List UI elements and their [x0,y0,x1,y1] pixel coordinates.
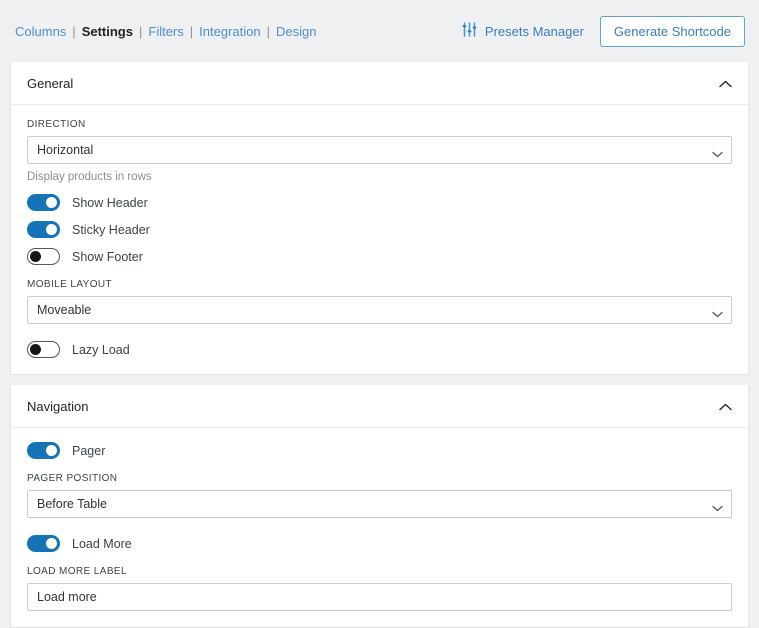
show-footer-toggle-row[interactable]: Show Footer [27,248,732,265]
general-panel-body: DIRECTION Horizontal Display products in… [11,105,748,374]
tab-separator: | [189,23,194,39]
toggle-knob [30,251,41,262]
general-panel-header[interactable]: General [11,62,748,105]
toolbar-actions: Presets Manager Generate Shortcode [460,15,745,47]
mobile-layout-select[interactable]: Moveable [27,296,732,324]
load-more-label-input[interactable] [27,583,732,611]
direction-select[interactable]: Horizontal [27,136,732,164]
general-panel: General DIRECTION Horizontal Display pro… [10,62,749,375]
navigation-panel-title: Navigation [27,399,89,414]
pager-toggle-row[interactable]: Pager [27,442,732,459]
show-header-label: Show Header [72,195,148,210]
load-more-label-field-label: LOAD MORE LABEL [27,566,127,577]
toggle-knob [46,445,57,456]
lazy-load-label: Lazy Load [72,342,130,357]
navigation-panel: Navigation Pager PAGER POSITION Before T… [10,385,749,628]
show-footer-label: Show Footer [72,249,143,264]
show-header-toggle-row[interactable]: Show Header [27,194,732,211]
load-more-label: Load More [72,536,132,551]
toggle-knob [46,538,57,549]
show-header-toggle[interactable] [27,194,60,211]
tab-separator: | [138,23,143,39]
show-footer-toggle[interactable] [27,248,60,265]
chevron-up-icon[interactable] [719,76,732,91]
direction-select-wrap: Horizontal [27,136,732,164]
direction-label: DIRECTION [27,119,86,130]
mobile-layout-select-wrap: Moveable [27,296,732,324]
tab-separator: | [72,23,76,39]
pager-toggle[interactable] [27,442,60,459]
mobile-layout-label: MOBILE LAYOUT [27,279,113,290]
sticky-header-toggle-row[interactable]: Sticky Header [27,221,732,238]
tab-settings[interactable]: Settings [81,24,134,39]
direction-help-text: Display products in rows [27,171,152,183]
top-toolbar: Columns | Settings | Filters | Integrati… [0,0,759,62]
pager-position-label: PAGER POSITION [27,473,118,484]
toggle-knob [46,224,57,235]
generate-shortcode-button[interactable]: Generate Shortcode [599,15,745,47]
pager-label: Pager [72,443,106,458]
settings-tab-nav: Columns | Settings | Filters | Integrati… [14,24,317,39]
tab-integration[interactable]: Integration [198,24,261,39]
toggle-knob [30,344,41,355]
pager-position-select[interactable]: Before Table [27,490,732,518]
general-panel-title: General [27,76,74,91]
tab-design[interactable]: Design [275,24,317,39]
tab-filters[interactable]: Filters [147,24,184,39]
pager-position-select-wrap: Before Table [27,490,732,518]
sticky-header-label: Sticky Header [72,222,150,237]
load-more-toggle[interactable] [27,535,60,552]
tab-separator: | [266,23,270,39]
navigation-panel-body: Pager PAGER POSITION Before Table Load M… [11,428,748,627]
sliders-icon [462,22,477,40]
chevron-up-icon[interactable] [719,399,732,414]
load-more-toggle-row[interactable]: Load More [27,535,732,552]
lazy-load-toggle-row[interactable]: Lazy Load [27,341,732,358]
navigation-panel-header[interactable]: Navigation [11,385,748,428]
lazy-load-toggle[interactable] [27,341,60,358]
tab-columns[interactable]: Columns [14,24,67,39]
sticky-header-toggle[interactable] [27,221,60,238]
presets-manager-button[interactable]: Presets Manager [460,18,586,44]
toggle-knob [46,197,57,208]
presets-manager-label: Presets Manager [484,23,584,39]
